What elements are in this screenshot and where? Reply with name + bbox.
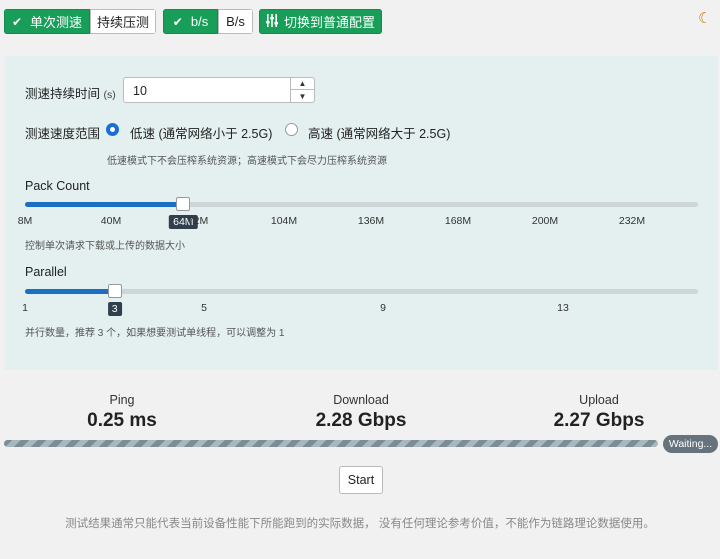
slider-tick-label: 13 [557,302,569,314]
start-button[interactable]: Start [339,466,383,494]
slider-tick-label: 72M [187,215,209,227]
decrement-icon[interactable]: ▼ [291,90,314,102]
slider-tick-label: 200M [531,215,559,227]
duration-stepper[interactable]: ▲ ▼ [290,78,314,102]
high-speed-label[interactable]: 高速 (通常网络大于 2.5G) [308,123,450,142]
slider-tick-label: 168M [444,215,472,227]
footnote: 测试结果通常只能代表当前设备性能下所能跑到的实际数据， 没有任何理论参考价值，不… [65,518,655,530]
pack-count-fill [25,202,184,207]
continuous-test-button[interactable]: 持续压测 [90,9,156,34]
parallel-value-badge: 3 [107,302,122,316]
duration-label: 测速持续时间 (s) [25,83,116,102]
bytes-unit-label: B/s [226,14,245,29]
switch-config-label: 切换到普通配置 [284,15,376,30]
waiting-badge: Waiting... [663,435,718,453]
switch-config-group: 切换到普通配置 [259,9,382,34]
duration-value: 10 [133,84,147,98]
low-speed-label[interactable]: 低速 (通常网络小于 2.5G) [130,123,272,142]
low-speed-radio[interactable] [106,123,119,136]
settings-panel: 测速持续时间 (s) 10 ▲ ▼ 测速速度范围 低速 (通常网络小于 2.5G… [5,56,718,370]
pack-count-note: 控制单次请求下载或上传的数据大小 [25,241,185,252]
slider-tick-label: 104M [270,215,298,227]
progress-bar [4,440,658,447]
toolbar: ✔ 单次测速 持续压测 ✔ b/s B/s 切换到普通配置 ☾ [4,9,716,34]
slider-tick-label: 9 [380,302,386,314]
parallel-slider[interactable] [25,284,698,298]
ping-stat: Ping 0.25 ms [87,393,157,432]
download-stat: Download 2.28 Gbps [316,393,407,432]
check-icon: ✔ [172,14,183,29]
slider-tick-label: 40M [100,215,122,227]
bits-unit-label: b/s [190,14,209,29]
speed-range-note: 低速模式下不会压榨系统资源；高速模式下会尽力压榨系统资源 [107,156,387,167]
pack-count-slider[interactable] [25,197,698,211]
increment-icon[interactable]: ▲ [291,78,314,90]
mode-toggle-group: ✔ 单次测速 持续压测 [4,9,156,34]
duration-unit: (s) [103,89,116,101]
slider-tick-label: 136M [357,215,385,227]
check-icon: ✔ [11,14,23,29]
download-value: 2.28 Gbps [315,410,407,431]
slider-tick-label: 1 [22,302,28,314]
slider-tick-label: 232M [618,215,646,227]
parallel-thumb[interactable] [107,284,122,298]
high-speed-radio[interactable] [285,123,298,136]
ping-value: 0.25 ms [87,410,157,431]
ping-label: Ping [109,393,135,407]
dark-mode-moon-icon[interactable]: ☾ [698,11,712,26]
parallel-note: 并行数量，推荐 3 个，如果想要测试单线程，可以调整为 1 [25,328,285,339]
slider-tick-label: 8M [17,215,33,227]
slider-tick-label: 5 [201,302,207,314]
duration-label-text: 测速持续时间 [25,87,101,101]
download-label: Download [333,393,389,407]
speed-range-label: 测速速度范围 [25,127,101,141]
pack-count-thumb[interactable] [176,197,191,211]
bits-unit-button[interactable]: ✔ b/s [163,9,218,34]
pack-count-label: Pack Count [25,179,90,193]
sliders-icon [266,13,278,30]
single-test-button[interactable]: ✔ 单次测速 [4,9,90,34]
unit-toggle-group: ✔ b/s B/s [163,9,253,34]
switch-config-button[interactable]: 切换到普通配置 [259,9,382,34]
bytes-unit-button[interactable]: B/s [218,9,253,34]
upload-value: 2.27 Gbps [553,410,645,431]
parallel-label: Parallel [25,265,67,279]
upload-stat: Upload 2.27 Gbps [554,393,645,432]
duration-input[interactable]: 10 ▲ ▼ [123,77,315,103]
single-test-label: 单次测速 [30,15,83,30]
continuous-test-label: 持续压测 [97,15,150,30]
parallel-fill [25,289,115,294]
upload-label: Upload [579,393,619,407]
